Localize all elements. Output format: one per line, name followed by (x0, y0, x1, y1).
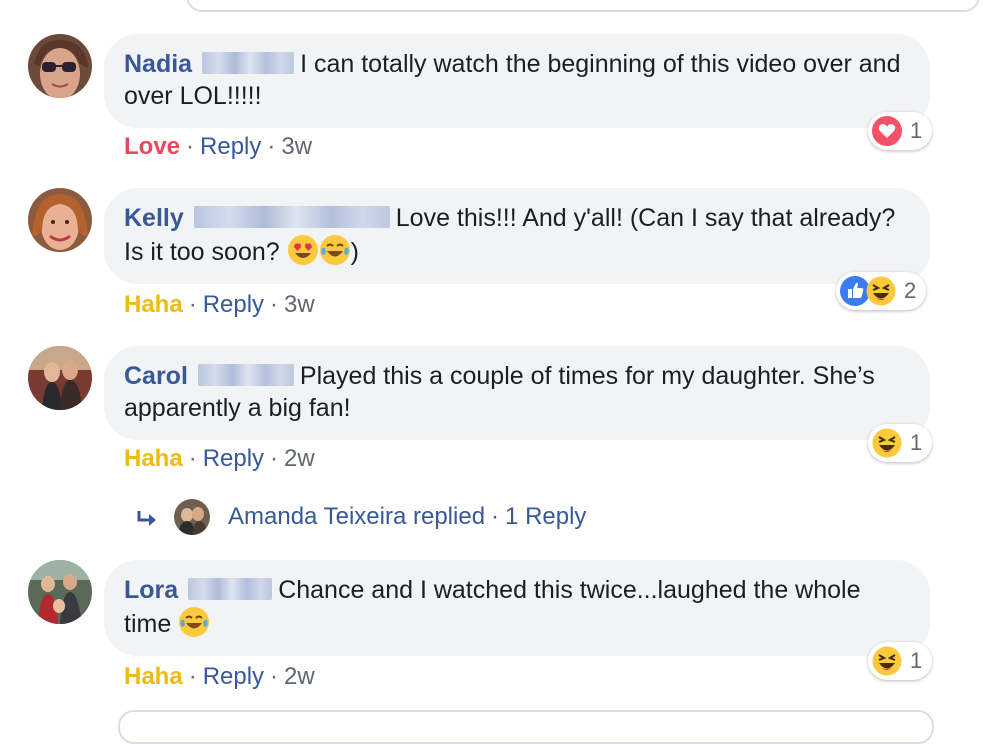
avatar[interactable] (28, 34, 92, 98)
comment-author[interactable]: Carol (124, 362, 188, 390)
avatar[interactable] (28, 346, 92, 410)
comment-author[interactable]: Nadia (124, 50, 192, 78)
comment-actions: Haha · Reply · 3w (124, 290, 315, 320)
haha-icon (872, 428, 902, 458)
reply-arrow-icon (136, 507, 160, 527)
comment-timestamp[interactable]: 3w (281, 133, 312, 160)
reaction-count: 1 (910, 118, 923, 143)
comment-actions: Love · Reply · 3w (124, 132, 312, 162)
separator-dot: · (270, 291, 279, 318)
replies-count[interactable]: 1 Reply (505, 503, 586, 531)
comment-actions: Haha · Reply · 2w (124, 444, 315, 474)
separator-dot: · (491, 503, 500, 530)
comment-bubble: Carol Played this a couple of times for m… (104, 346, 930, 440)
reaction-count: 1 (910, 648, 923, 673)
avatar[interactable] (28, 560, 92, 624)
replies-text[interactable]: Amanda Teixeira replied (228, 503, 485, 531)
reaction-summary[interactable]: 1 (868, 642, 933, 680)
reaction-summary[interactable]: 1 (868, 424, 933, 462)
comment-timestamp[interactable]: 3w (284, 291, 315, 318)
love-icon (872, 116, 902, 146)
redacted-surname (193, 206, 390, 228)
previous-comment-box-edge (186, 0, 980, 12)
comment-bubble: Kelly Love this!!! And y'all! (Can I say … (104, 188, 930, 284)
comment-timestamp[interactable]: 2w (284, 663, 315, 690)
reaction-summary[interactable]: 1 (868, 112, 933, 150)
reply-link[interactable]: Reply (203, 445, 264, 472)
comment-input-box-edge[interactable] (118, 710, 934, 744)
haha-reaction-link[interactable]: Haha (124, 291, 183, 318)
comment-timestamp[interactable]: 2w (284, 445, 315, 472)
reaction-count: 1 (910, 430, 923, 455)
tears-of-joy-emoji (178, 606, 210, 638)
comment-author[interactable]: Kelly (124, 204, 184, 232)
comment-author[interactable]: Lora (124, 576, 178, 604)
comment-actions: Haha · Reply · 2w (124, 662, 315, 692)
separator-dot: · (270, 663, 279, 690)
redacted-surname (188, 578, 273, 600)
separator-dot: · (267, 133, 276, 160)
separator-dot: · (186, 133, 195, 160)
comment-bubble: Nadia I can totally watch the beginning o… (104, 34, 930, 128)
heart-eyes-emoji (287, 234, 319, 266)
separator-dot: · (188, 445, 197, 472)
view-replies-link[interactable]: Amanda Teixeira replied · 1 Reply (136, 498, 586, 536)
avatar[interactable] (28, 188, 92, 252)
comment-text-end: ) (350, 238, 359, 266)
haha-reaction-link[interactable]: Haha (124, 445, 183, 472)
love-reaction-link[interactable]: Love (124, 133, 180, 160)
redacted-surname (202, 52, 295, 74)
redacted-surname (197, 364, 294, 386)
separator-dot: · (188, 663, 197, 690)
haha-reaction-link[interactable]: Haha (124, 663, 183, 690)
reply-link[interactable]: Reply (203, 291, 264, 318)
haha-icon (866, 276, 896, 306)
separator-dot: · (188, 291, 197, 318)
comment-bubble: Lora Chance and I watched this twice...la… (104, 560, 930, 656)
tears-of-joy-emoji (319, 234, 351, 266)
reply-link[interactable]: Reply (203, 663, 264, 690)
reaction-summary[interactable]: 2 (836, 272, 927, 310)
avatar (174, 499, 210, 535)
reaction-count: 2 (904, 278, 917, 303)
haha-icon (872, 646, 902, 676)
separator-dot: · (270, 445, 279, 472)
reply-link[interactable]: Reply (200, 133, 261, 160)
